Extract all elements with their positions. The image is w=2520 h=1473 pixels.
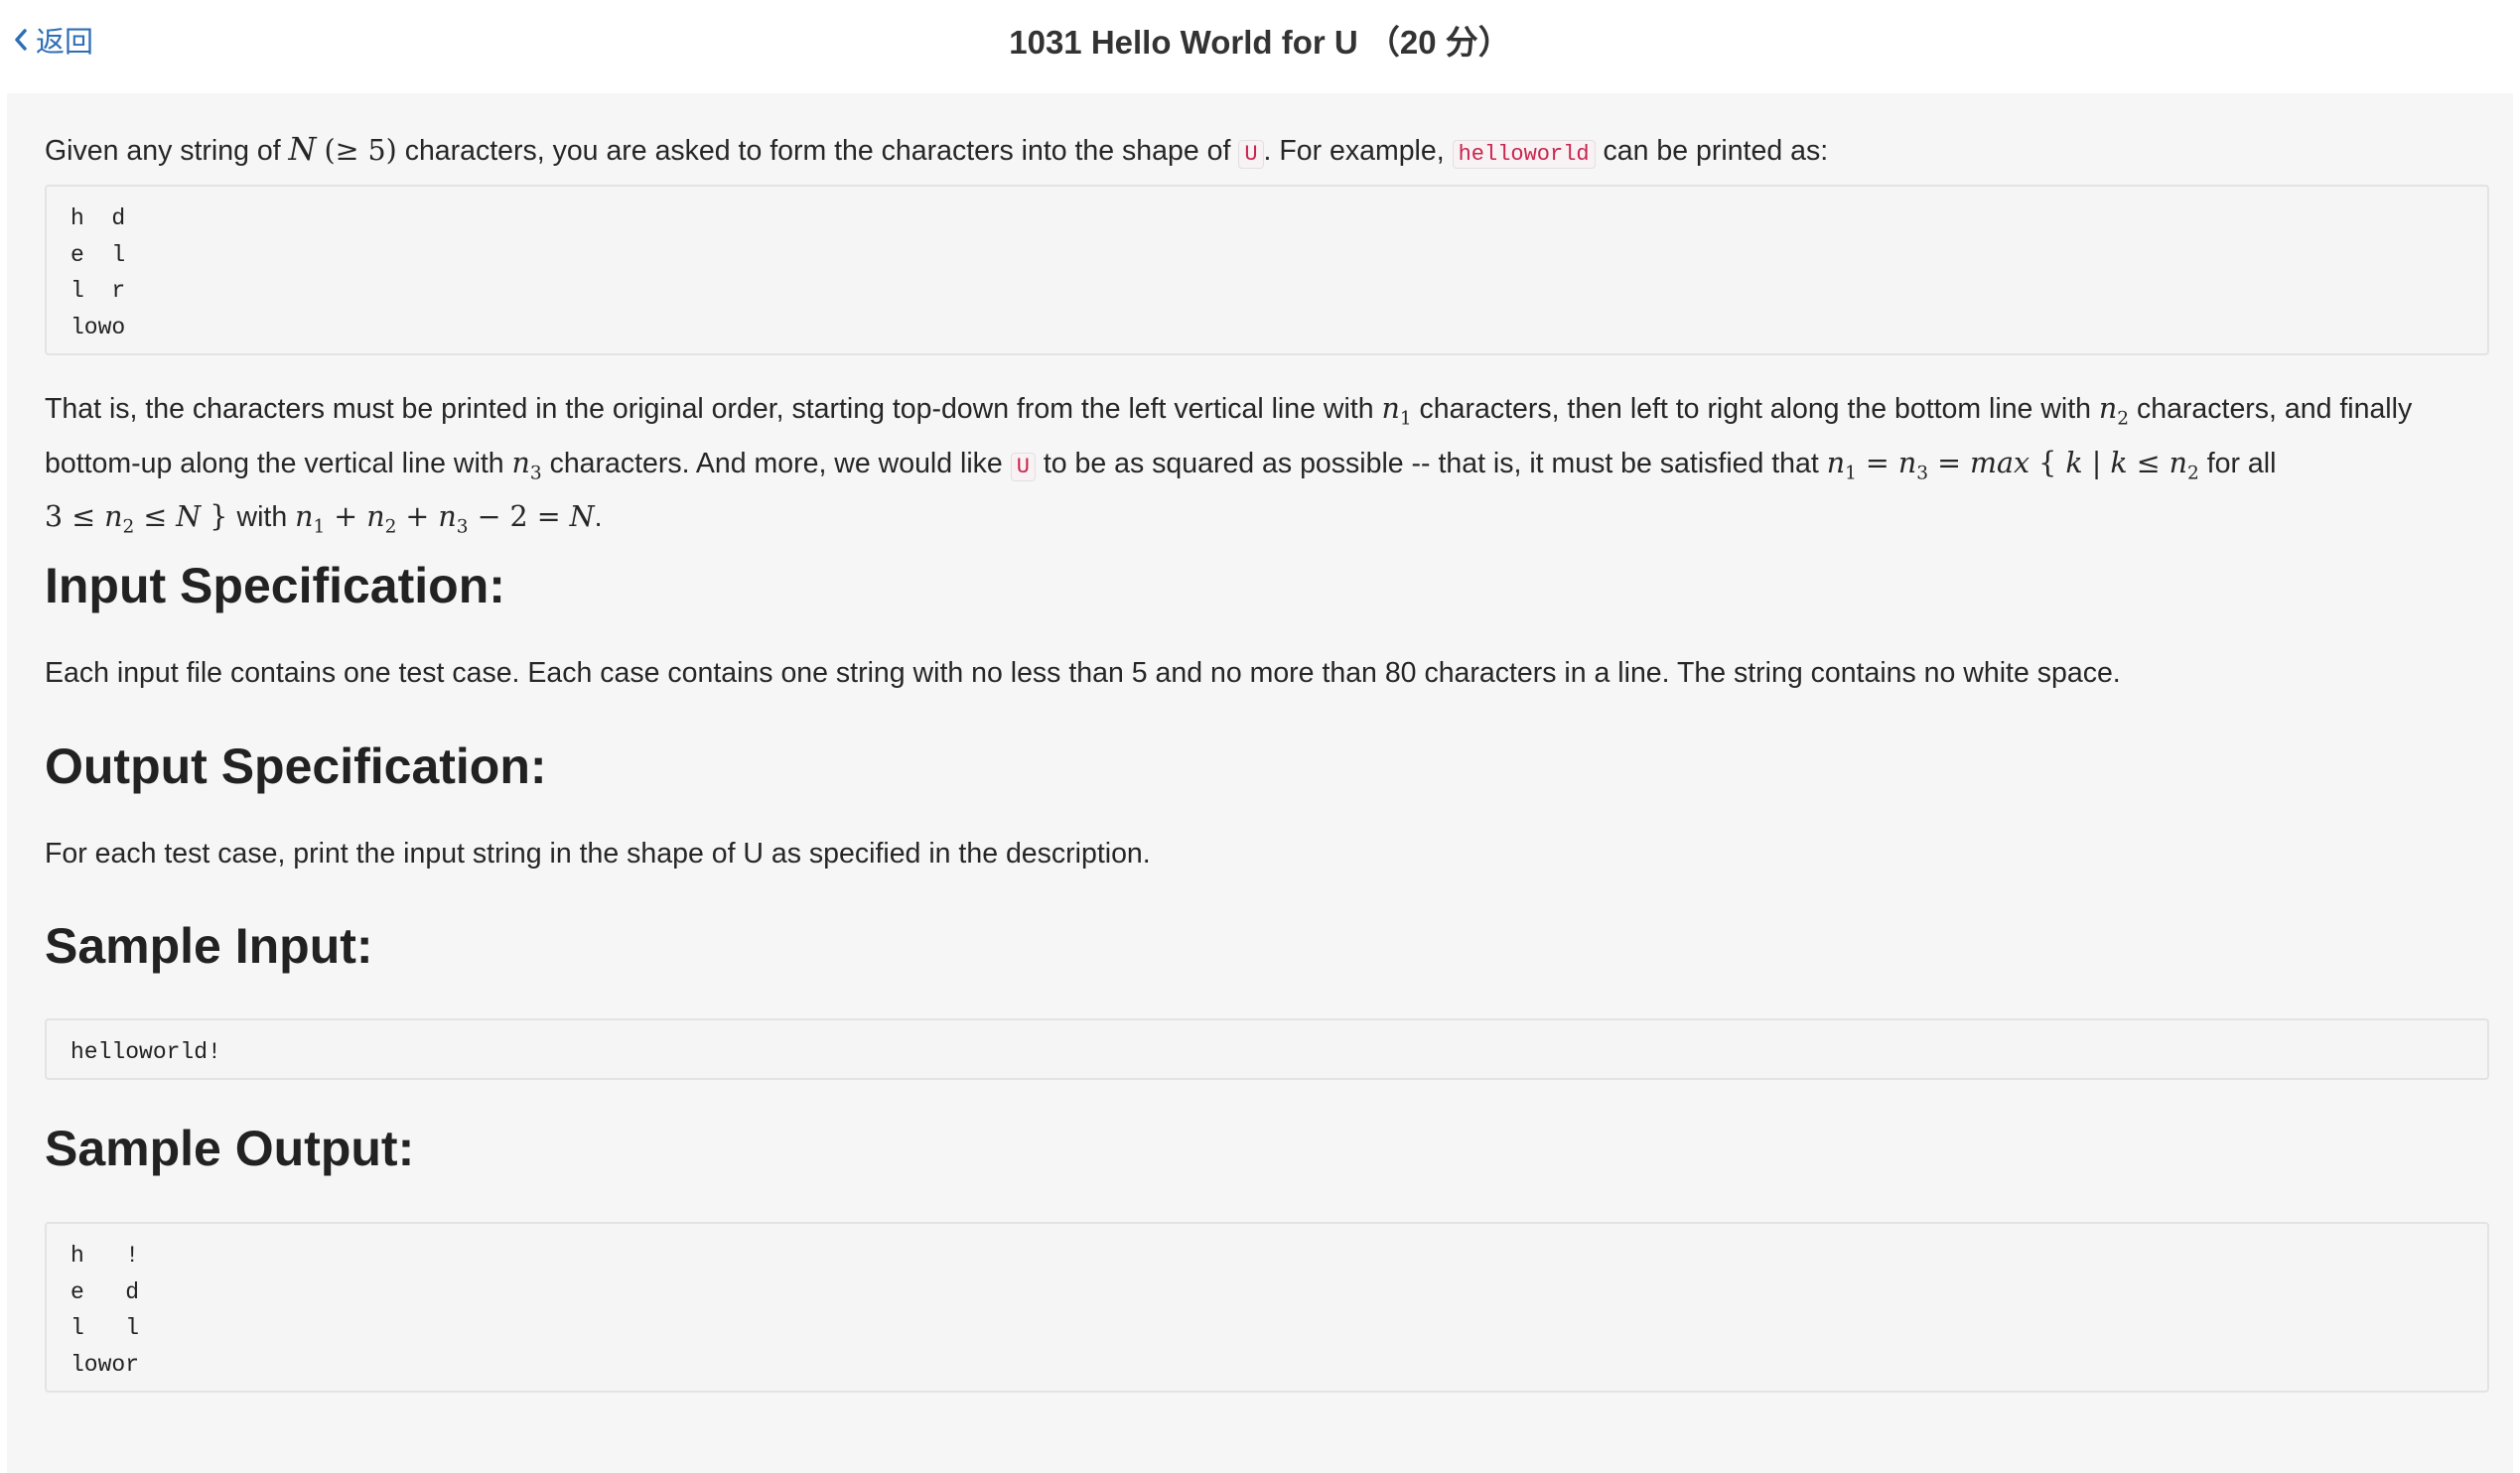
inline-code-helloworld: helloworld bbox=[1452, 140, 1596, 169]
sub-2c: 2 bbox=[122, 517, 135, 539]
sample-output-code: h ! e d l l lowor bbox=[45, 1222, 2489, 1393]
math-k: k bbox=[2065, 446, 2083, 479]
math-n1b: n bbox=[1826, 446, 1846, 479]
para2-text-5: to be as squared as possible -- that is,… bbox=[1035, 447, 1827, 479]
para2-text-2: characters, then left to right along the… bbox=[1411, 393, 2099, 425]
math-n2: n bbox=[2098, 392, 2118, 425]
sub-3b: 3 bbox=[1916, 463, 1929, 484]
math-eq-1: = bbox=[1856, 446, 1898, 479]
inline-code-U: U bbox=[1238, 140, 1264, 169]
math-N-3: N bbox=[569, 500, 595, 534]
sample-output-heading: Sample Output: bbox=[45, 1121, 415, 1176]
page-title: 1031 Hello World for U （20 分） bbox=[1009, 24, 1511, 61]
math-eq-2: = bbox=[1928, 446, 1971, 479]
intro-paragraph: Given any string of N (≥ 5) characters, … bbox=[45, 127, 1828, 177]
input-spec-text: Each input file contains one test case. … bbox=[45, 657, 2121, 689]
math-N-2: N bbox=[176, 500, 202, 534]
math-plus-2: + bbox=[396, 500, 439, 534]
para2-period: . bbox=[594, 501, 603, 534]
para2-text-6: for all bbox=[2198, 447, 2277, 479]
math-n2c: n bbox=[104, 500, 123, 534]
output-spec-text: For each test case, print the input stri… bbox=[45, 838, 1151, 870]
para2-text-4: characters. And more, we would like bbox=[541, 447, 1011, 479]
problem-panel: Given any string of N (≥ 5) characters, … bbox=[7, 93, 2513, 1473]
example-code-block: h d e l l r lowo bbox=[45, 185, 2489, 355]
math-le-2: ≤ bbox=[63, 500, 105, 534]
math-n3: n bbox=[511, 446, 530, 479]
output-spec-heading: Output Specification: bbox=[45, 738, 547, 794]
math-plus-1: + bbox=[325, 500, 367, 534]
sub-1: 1 bbox=[1399, 408, 1412, 430]
sub-3: 3 bbox=[529, 463, 542, 484]
math-max: max bbox=[1970, 446, 2030, 479]
intro-text-2: characters, you are asked to form the ch… bbox=[396, 135, 1239, 167]
top-bar: 返回 1031 Hello World for U （20 分） bbox=[0, 0, 2520, 93]
sub-3c: 3 bbox=[456, 517, 469, 539]
sample-input-code: helloworld! bbox=[45, 1018, 2489, 1080]
intro-text-1: Given any string of bbox=[45, 135, 289, 167]
math-n3b: n bbox=[1897, 446, 1917, 479]
math-n1: n bbox=[1381, 392, 1400, 425]
sub-1c: 1 bbox=[313, 517, 326, 539]
sub-2d: 2 bbox=[384, 517, 397, 539]
sub-2b: 2 bbox=[2187, 463, 2199, 484]
constraint-paragraph: That is, the characters must be printed … bbox=[45, 387, 2497, 550]
math-n3c: n bbox=[438, 500, 457, 534]
math-N: N bbox=[288, 130, 317, 168]
math-n1c: n bbox=[295, 500, 314, 534]
math-condition: (≥ 5) bbox=[324, 134, 397, 167]
math-brace-close: } bbox=[201, 500, 237, 534]
math-minus-2-eq: − 2 = bbox=[468, 500, 570, 534]
math-n2b: n bbox=[2169, 446, 2188, 479]
math-k2: k bbox=[2110, 446, 2128, 479]
math-brace-open: { bbox=[2030, 446, 2066, 479]
sub-2: 2 bbox=[2117, 408, 2130, 430]
para2-text-7: with bbox=[236, 501, 296, 534]
math-le-3: ≤ bbox=[134, 500, 177, 534]
para2-text-1: That is, the characters must be printed … bbox=[45, 393, 1382, 425]
math-n2d: n bbox=[366, 500, 385, 534]
math-le: ≤ bbox=[2127, 446, 2170, 479]
inline-code-U-2: U bbox=[1010, 452, 1036, 481]
math-bar: | bbox=[2082, 446, 2111, 479]
input-spec-heading: Input Specification: bbox=[45, 558, 505, 613]
intro-text-3: . For example, bbox=[1263, 135, 1453, 167]
sample-input-heading: Sample Input: bbox=[45, 918, 373, 974]
math-3: 3 bbox=[45, 500, 64, 534]
intro-text-4: can be printed as: bbox=[1595, 135, 1829, 167]
sub-1b: 1 bbox=[1845, 463, 1857, 484]
